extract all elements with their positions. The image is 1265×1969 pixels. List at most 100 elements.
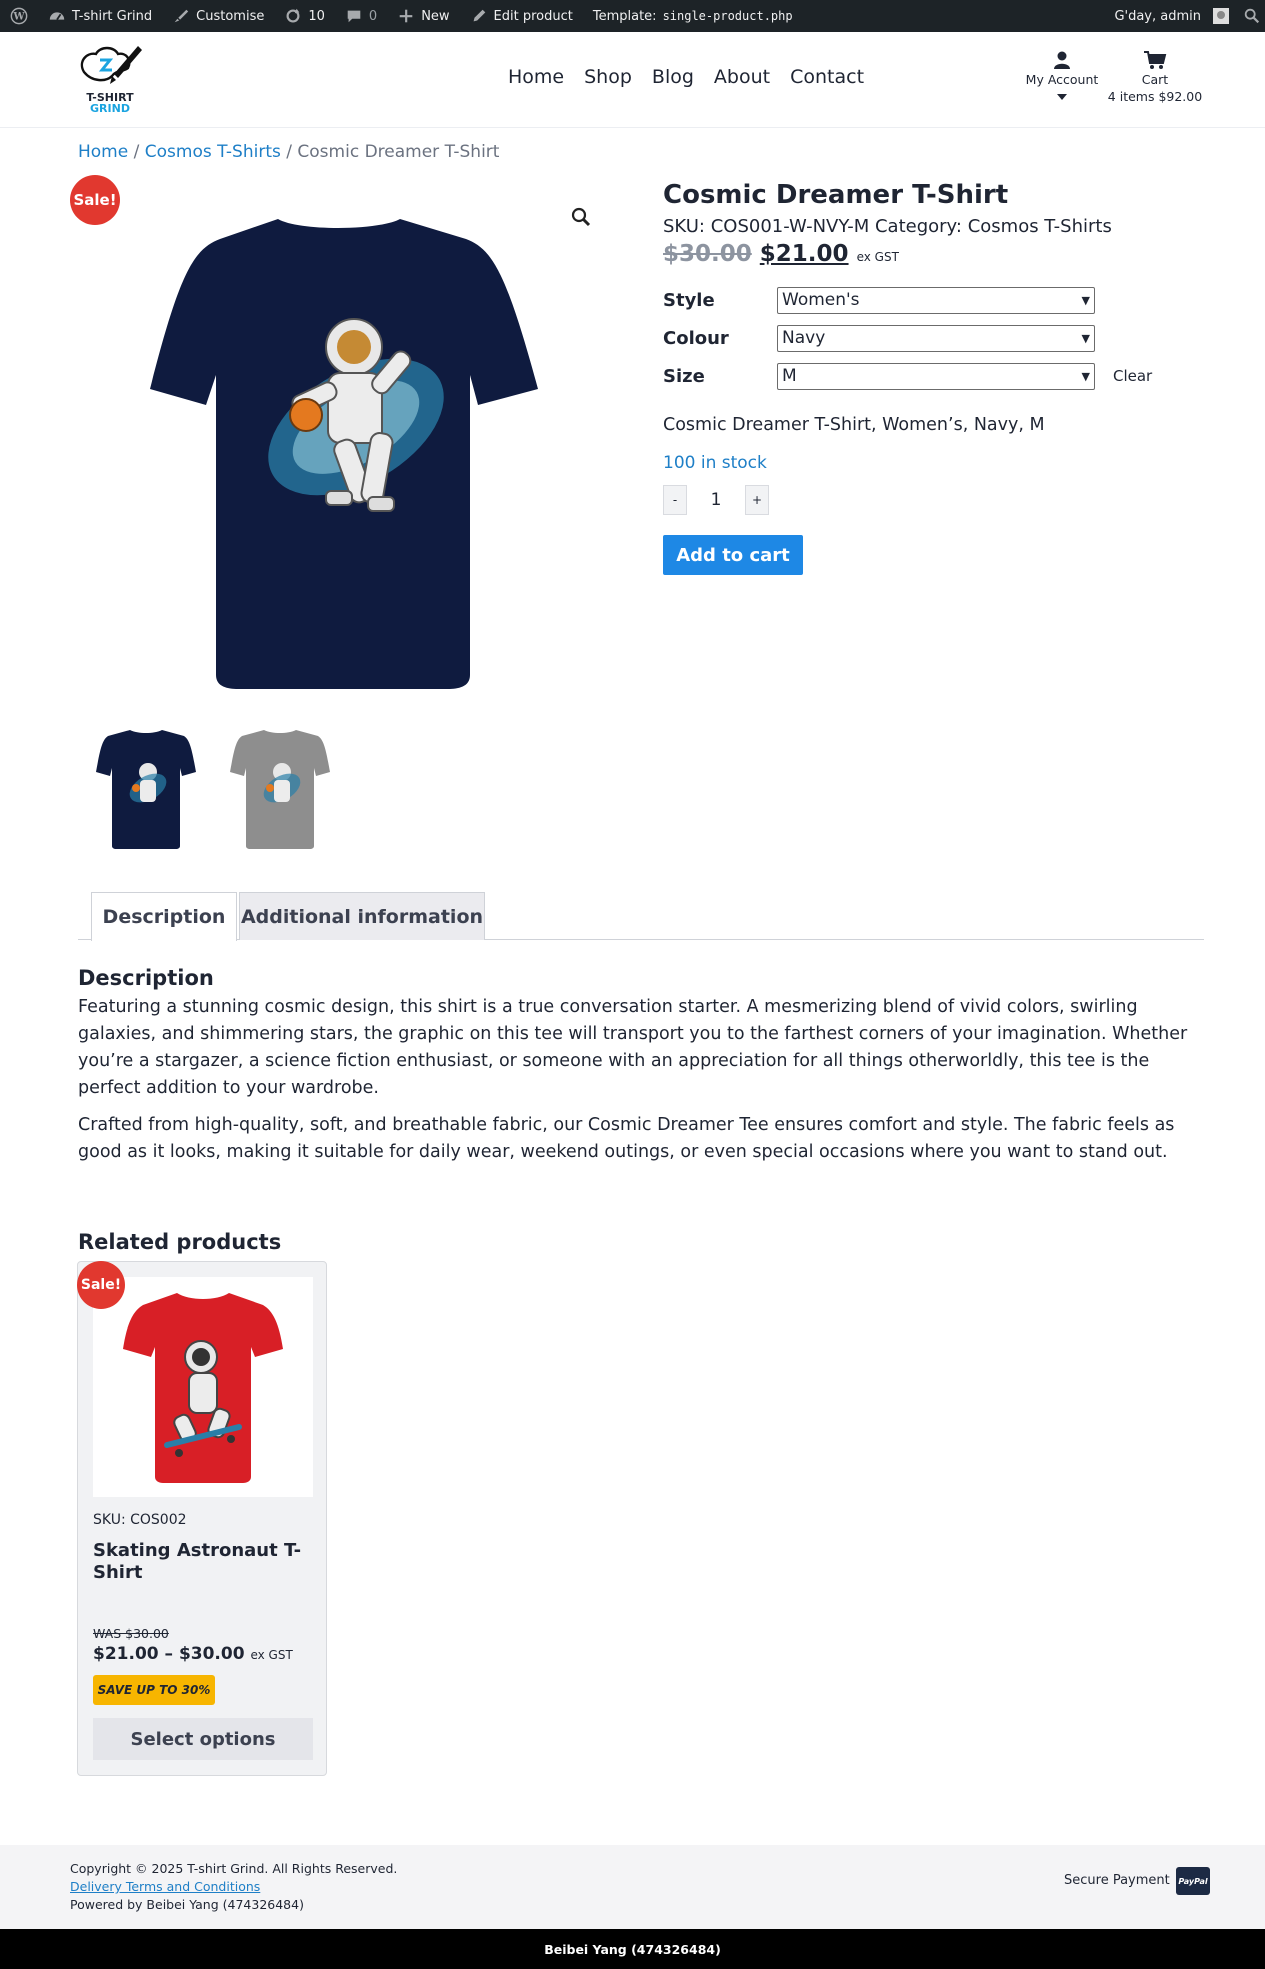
breadcrumb-current: Cosmic Dreamer T-Shirt — [297, 142, 500, 162]
customise-link[interactable]: Customise — [162, 0, 274, 32]
nav-home[interactable]: Home — [508, 66, 564, 88]
product-main-image[interactable] — [78, 175, 608, 705]
breadcrumb-separator: / — [280, 142, 298, 162]
description-heading: Description — [78, 966, 214, 990]
tax-note: ex GST — [250, 1648, 293, 1662]
select-options-button[interactable]: Select options — [93, 1718, 313, 1760]
comments-count: 0 — [368, 8, 378, 24]
tshirt-image — [150, 219, 538, 689]
tshirt-image — [123, 1293, 283, 1483]
user-icon — [1054, 51, 1070, 69]
sale-badge: Sale! — [77, 1261, 125, 1309]
variation-label: Size — [663, 365, 705, 387]
breadcrumb-home[interactable]: Home — [78, 142, 128, 162]
header-cart-link[interactable]: Cart 4 items $92.00 — [1106, 50, 1204, 104]
updates-icon — [286, 8, 300, 23]
copyright: Copyright © 2025 T-shirt Grind. All Righ… — [70, 1861, 398, 1876]
wordpress-logo-button[interactable]: W — [0, 0, 38, 32]
description-paragraph: Crafted from high-quality, soft, and bre… — [78, 1115, 1175, 1162]
style-select[interactable]: Women's ▼ — [777, 286, 1095, 314]
style-select-value: Women's — [782, 290, 860, 310]
quantity-increase-button[interactable]: + — [745, 485, 769, 515]
product-summary: Cosmic Dreamer T-Shirt SKU: COS001-W-NVY… — [663, 180, 1203, 575]
quantity-decrease-button[interactable]: - — [663, 485, 687, 515]
nav-about[interactable]: About — [714, 66, 770, 88]
zoom-icon[interactable] — [570, 206, 592, 228]
updates-link[interactable]: 10 — [274, 0, 335, 32]
site-footer: Copyright © 2025 T-shirt Grind. All Righ… — [0, 1845, 1265, 1929]
colour-select-value: Navy — [782, 328, 826, 348]
template-info[interactable]: Template: single-product.php — [583, 0, 803, 32]
product-thumbnail-navy[interactable] — [96, 724, 196, 854]
cart-summary: 4 items $92.00 — [1107, 89, 1203, 104]
admin-bar: W T-shirt Grind Customise 10 0 New Edit … — [0, 0, 1265, 32]
variation-description: Cosmic Dreamer T-Shirt, Women’s, Navy, M — [663, 415, 1045, 435]
related-product-card[interactable]: SKU: COS002 Skating Astronaut T-Shirt WA… — [77, 1261, 327, 1776]
old-price: $30.00 — [663, 241, 752, 267]
updates-count: 10 — [308, 8, 325, 24]
product-tabs: Description Additional information — [78, 892, 1204, 941]
related-product-price-range: $21.00 – $30.00 ex GST — [93, 1644, 293, 1664]
product-meta: SKU: COS001-W-NVY-M Category: Cosmos T-S… — [663, 216, 1203, 237]
edit-product-label: Edit product — [493, 8, 573, 24]
tshirt-thumbnail-image — [230, 730, 330, 849]
site-name: T-shirt Grind — [72, 8, 153, 24]
related-product-was-price: WAS $30.00 — [93, 1626, 169, 1641]
category-link[interactable]: Cosmos T-Shirts — [968, 216, 1112, 237]
pencil-icon — [473, 9, 485, 22]
sku-value: COS001-W-NVY-M — [710, 216, 870, 237]
size-select[interactable]: M ▼ — [777, 362, 1095, 390]
customise-label: Customise — [196, 8, 265, 24]
chevron-down-icon: ▼ — [1081, 293, 1090, 307]
nav-contact[interactable]: Contact — [790, 66, 864, 88]
related-products-heading: Related products — [78, 1230, 282, 1254]
comments-link[interactable]: 0 — [335, 0, 387, 32]
description-paragraph: Featuring a stunning cosmic design, this… — [78, 997, 1188, 1098]
tab-description[interactable]: Description — [91, 892, 237, 941]
clear-variations-link[interactable]: Clear — [1113, 367, 1152, 385]
quantity-input[interactable]: 1 — [687, 485, 745, 515]
nav-blog[interactable]: Blog — [652, 66, 694, 88]
related-product-image[interactable] — [93, 1277, 313, 1497]
new-content-link[interactable]: New — [387, 0, 459, 32]
nav-shop[interactable]: Shop — [584, 66, 632, 88]
dashboard-icon — [49, 12, 65, 21]
chevron-down-icon: ▼ — [1081, 369, 1090, 383]
variation-label: Style — [663, 289, 715, 311]
my-account-link[interactable]: My Account — [1024, 50, 1100, 106]
breadcrumb: Home / Cosmos T-Shirts / Cosmic Dreamer … — [78, 142, 499, 162]
colour-select[interactable]: Navy ▼ — [777, 324, 1095, 352]
wordpress-icon: W — [10, 7, 28, 25]
bottom-bar: Beibei Yang (474326484) — [0, 1929, 1265, 1969]
product-title: Cosmic Dreamer T-Shirt — [663, 180, 1009, 210]
site-name-link[interactable]: T-shirt Grind — [38, 0, 162, 32]
variations-form: Style Women's ▼ Colour Navy ▼ Size M ▼ C… — [663, 281, 1203, 395]
secure-payment-label: Secure Payment — [1064, 1873, 1170, 1888]
comment-icon — [347, 10, 361, 23]
product-thumbnail-grey[interactable] — [230, 724, 330, 854]
delivery-terms-link[interactable]: Delivery Terms and Conditions — [70, 1878, 397, 1896]
size-select-value: M — [782, 366, 797, 386]
tab-additional-information[interactable]: Additional information — [239, 892, 485, 940]
avatar — [1213, 8, 1229, 24]
account-menu[interactable]: G'day, admin — [1104, 0, 1239, 32]
powered-by: Powered by Beibei Yang (474326484) — [70, 1897, 304, 1912]
admin-search-button[interactable] — [1239, 0, 1265, 32]
product-price: $30.00 $21.00 ex GST — [663, 241, 1203, 267]
variation-colour-row: Colour Navy ▼ — [663, 319, 1203, 357]
sale-price: $21.00 — [759, 241, 849, 267]
logo-wordmark: T-SHIRT GRIND — [84, 92, 136, 114]
chevron-down-icon: ▼ — [1081, 331, 1090, 345]
tshirt-thumbnail-image — [96, 730, 196, 849]
brush-icon — [174, 9, 189, 23]
related-product-name[interactable]: Skating Astronaut T-Shirt — [93, 1540, 313, 1584]
main-navigation: Home Shop Blog About Contact — [508, 66, 864, 88]
edit-product-link[interactable]: Edit product — [460, 0, 583, 32]
variation-style-row: Style Women's ▼ — [663, 281, 1203, 319]
price-range: $21.00 – $30.00 — [93, 1644, 245, 1664]
add-to-cart-button[interactable]: Add to cart — [663, 535, 803, 575]
breadcrumb-category[interactable]: Cosmos T-Shirts — [145, 142, 281, 162]
sku-label: SKU: — [663, 216, 705, 237]
site-header: T-SHIRT GRIND Home Shop Blog About Conta… — [0, 32, 1265, 128]
quantity-stepper: - 1 + — [663, 485, 1203, 515]
